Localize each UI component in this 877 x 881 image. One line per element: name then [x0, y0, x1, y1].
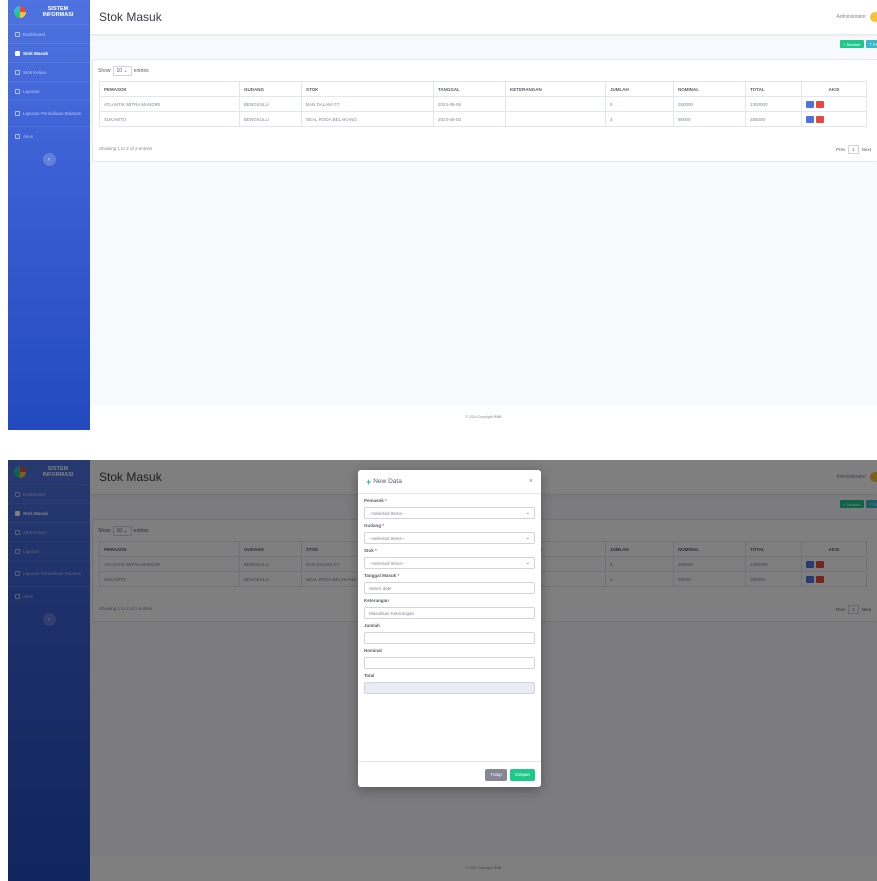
- modal-title: New Data: [373, 478, 402, 485]
- delete-button[interactable]: [816, 100, 824, 108]
- field-total: Total: [358, 673, 541, 694]
- sidebar-item-laporan[interactable]: Laporan: [8, 81, 90, 100]
- field-jumlah: Jumlah: [358, 623, 541, 644]
- gear-icon: [15, 133, 20, 139]
- next-button[interactable]: Next: [862, 147, 871, 152]
- length-select[interactable]: 10 ⌄: [112, 66, 132, 76]
- field-pemasok: Pemasok * --Selected Items-- ⌄: [358, 498, 541, 519]
- column-header-keterangan[interactable]: KETERANGAN: [505, 81, 606, 97]
- simpan-button[interactable]: Simpan: [509, 768, 535, 781]
- jumlah-input[interactable]: [364, 632, 535, 644]
- sidebar-item-stok-keluar[interactable]: Stok Keluar: [8, 62, 90, 81]
- stok-select[interactable]: --Selected Items-- ⌄: [364, 557, 535, 569]
- modal-header: + New Data ×: [358, 470, 541, 494]
- column-header-total[interactable]: TOTAL: [745, 81, 802, 97]
- close-icon[interactable]: ×: [529, 478, 533, 485]
- field-tanggal-masuk: Tanggal Masuk * Select date: [358, 573, 541, 594]
- pagination: Prev 1 Next: [836, 145, 871, 154]
- screenshot-list-view: SISTEM INFORMASI Dashboard Stok Masuk Sto…: [8, 0, 877, 430]
- chevron-down-icon: ⌄: [525, 535, 530, 541]
- toolbar: + Tambah ⊤ Filter: [839, 40, 877, 48]
- chevron-down-icon: ⌄: [525, 510, 530, 516]
- sidebar-item-akun[interactable]: Akun: [8, 126, 90, 145]
- keterangan-input[interactable]: Masukkan Keterangan: [364, 607, 535, 619]
- data-card: Show 10 ⌄ entries PEMASOK GUDANG STOK TA…: [92, 59, 877, 162]
- prev-button[interactable]: Prev: [836, 147, 845, 152]
- plus-icon: +: [366, 476, 372, 487]
- field-nominal: Nominal: [358, 648, 541, 669]
- column-header-gudang[interactable]: GUDANG: [239, 81, 302, 97]
- logo-icon: [14, 6, 26, 18]
- folder-icon: [15, 88, 20, 94]
- column-header-stok[interactable]: STOK: [301, 81, 434, 97]
- dashboard-icon: [15, 31, 20, 37]
- screenshot-modal-view: SISTEMINFORMASI Dashboard Stok Masuk Sto…: [8, 460, 877, 881]
- avatar[interactable]: [870, 12, 877, 22]
- table-row: SUKAMTO BENGKULU SEAL RODA BELAKANG 2024…: [99, 111, 867, 127]
- chevron-down-icon: ⌄: [525, 560, 530, 566]
- column-header-nominal[interactable]: NOMINAL: [673, 81, 746, 97]
- sidebar-toggle-button[interactable]: ‹: [42, 153, 56, 166]
- topbar: Stok Masuk Administrator: [90, 0, 877, 34]
- column-header-tanggal[interactable]: TANGGAL: [433, 81, 506, 97]
- column-header-pemasok[interactable]: PEMASOK: [99, 81, 240, 97]
- sidebar-item-dashboard[interactable]: Dashboard: [8, 24, 90, 43]
- edit-button[interactable]: [806, 115, 814, 123]
- gudang-select[interactable]: --Selected Items-- ⌄: [364, 532, 535, 544]
- data-table: PEMASOK GUDANG STOK TANGGAL KETERANGAN J…: [99, 81, 867, 127]
- modal-footer: Tutup Simpan: [358, 761, 541, 787]
- column-header-jumlah[interactable]: JUMLAH: [605, 81, 674, 97]
- footer: © 2024 Copyright RMB: [90, 405, 877, 430]
- page-title: Stok Masuk: [99, 10, 162, 24]
- page-1-button[interactable]: 1: [848, 145, 859, 154]
- tutup-button[interactable]: Tutup: [485, 768, 507, 781]
- user-name[interactable]: Administrator: [837, 14, 866, 20]
- delete-button[interactable]: [816, 115, 824, 123]
- table-info: Showing 1 to 2 of 2 entries: [99, 146, 153, 151]
- add-button[interactable]: + Tambah: [839, 40, 864, 48]
- chevron-left-icon: ‹: [48, 156, 50, 163]
- table-row: ATLANTIK MITRA MANDIRI BENGKULU BAN DALA…: [99, 96, 867, 112]
- new-data-modal: + New Data × Pemasok * --Selected Items-…: [358, 470, 541, 787]
- sidebar-item-laporan-bulanan[interactable]: Laporan Persediaan Bulanan: [8, 100, 90, 126]
- column-header-aksi: AKSI: [801, 81, 867, 97]
- edit-button[interactable]: [806, 100, 814, 108]
- nominal-input[interactable]: [364, 657, 535, 669]
- brand-line2: INFORMASI: [42, 12, 74, 18]
- folder-icon: [15, 111, 20, 116]
- filter-button[interactable]: ⊤ Filter: [865, 40, 877, 48]
- sidebar-item-stok-masuk[interactable]: Stok Masuk: [8, 43, 90, 62]
- box-icon: [15, 50, 20, 56]
- field-stok: Stok * --Selected Items-- ⌄: [358, 548, 541, 569]
- total-input: [364, 682, 535, 694]
- field-keterangan: Keterangan Masukkan Keterangan: [358, 598, 541, 619]
- field-gudang: Gudang * --Selected Items-- ⌄: [358, 523, 541, 544]
- folder-icon: [15, 69, 20, 75]
- sidebar: SISTEMINFORMASI Dashboard Stok Masuk Sto…: [8, 0, 90, 430]
- length-control: Show 10 ⌄ entries: [98, 66, 149, 76]
- brand[interactable]: SISTEMINFORMASI: [8, 0, 90, 24]
- tanggal-masuk-input[interactable]: Select date: [364, 582, 535, 594]
- pemasok-select[interactable]: --Selected Items-- ⌄: [364, 507, 535, 519]
